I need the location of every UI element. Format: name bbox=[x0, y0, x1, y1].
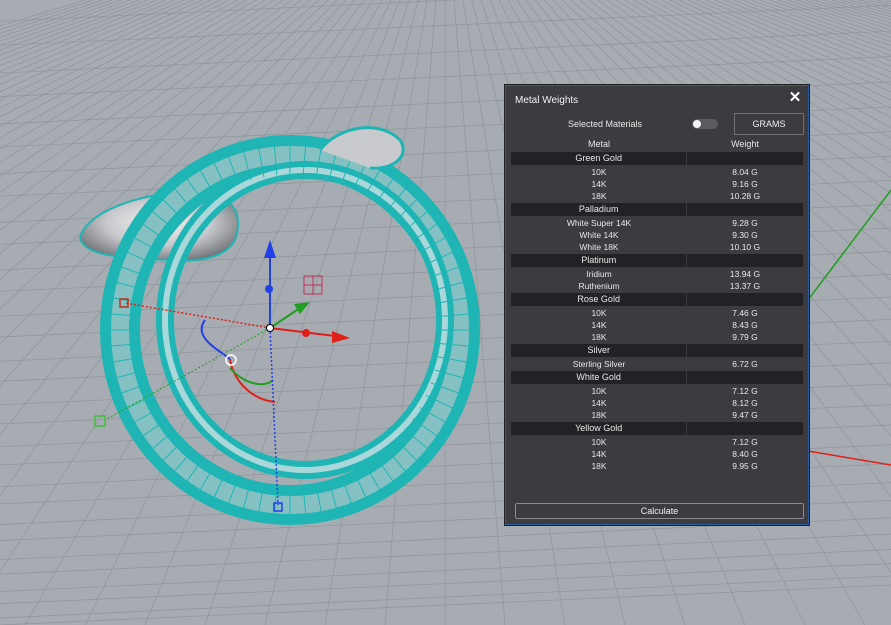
table-row[interactable]: 14K 8.43 G bbox=[511, 319, 803, 331]
table-row[interactable]: Iridium 13.94 G bbox=[511, 268, 803, 280]
weight-value-cell: 9.79 G bbox=[732, 332, 758, 342]
group-header-row: Silver bbox=[511, 344, 803, 357]
table-row[interactable]: Sterling Silver 6.72 G bbox=[511, 358, 803, 370]
group-name: Palladium bbox=[511, 203, 688, 216]
table-body: Green Gold 10K 8.04 G 14K 9.16 G 18K 10.28 G Pa… bbox=[511, 152, 803, 472]
metal-name-cell: 14K bbox=[591, 179, 607, 189]
weight-value-cell: 9.95 G bbox=[732, 461, 758, 471]
metal-name-cell: 10K bbox=[591, 386, 607, 396]
close-icon[interactable]: ✕ bbox=[788, 90, 802, 105]
group-name: White Gold bbox=[511, 371, 688, 384]
table-row[interactable]: 18K 9.47 G bbox=[511, 409, 803, 421]
group-header-row: White Gold bbox=[511, 371, 803, 384]
table-row[interactable]: 18K 9.79 G bbox=[511, 331, 803, 343]
units-button[interactable]: GRAMS bbox=[734, 113, 804, 135]
group-name: Yellow Gold bbox=[511, 422, 688, 435]
weight-value-cell: 9.16 G bbox=[732, 179, 758, 189]
group-weight-cell bbox=[687, 293, 803, 306]
table-row[interactable]: 10K 8.04 G bbox=[511, 166, 803, 178]
weight-value-cell: 13.94 G bbox=[729, 269, 761, 279]
toggle-knob bbox=[693, 120, 701, 128]
weight-value-cell: 9.30 G bbox=[732, 230, 758, 240]
table-row[interactable]: 18K 9.95 G bbox=[511, 460, 803, 472]
group-name: Rose Gold bbox=[511, 293, 688, 306]
weight-value-cell: 9.47 G bbox=[732, 410, 758, 420]
metal-name-cell: 18K bbox=[591, 332, 607, 342]
group-weight-cell bbox=[687, 371, 803, 384]
weight-value-cell: 13.37 G bbox=[729, 281, 761, 291]
metal-name-cell: 10K bbox=[591, 167, 607, 177]
group-header-row: Platinum bbox=[511, 254, 803, 267]
table-header: Metal Weight bbox=[511, 138, 803, 151]
metal-name-cell: Iridium bbox=[586, 269, 612, 279]
metal-name-cell: White 14K bbox=[579, 230, 619, 240]
weight-value-cell: 6.72 G bbox=[732, 359, 758, 369]
weight-value-cell: 8.43 G bbox=[732, 320, 758, 330]
metal-name-cell: 14K bbox=[591, 398, 607, 408]
selected-materials-toggle[interactable] bbox=[692, 119, 718, 129]
column-header-metal: Metal bbox=[587, 139, 610, 149]
metal-name-cell: 10K bbox=[591, 308, 607, 318]
table-row[interactable]: White Super 14K 9.28 G bbox=[511, 217, 803, 229]
metal-weights-panel: Metal Weights ✕ Selected Materials GRAMS… bbox=[505, 85, 809, 525]
group-header-row: Palladium bbox=[511, 203, 803, 216]
group-name: Platinum bbox=[511, 254, 688, 267]
group-header-row: Rose Gold bbox=[511, 293, 803, 306]
calculate-button[interactable]: Calculate bbox=[515, 503, 804, 519]
metal-name-cell: 18K bbox=[591, 191, 607, 201]
group-weight-cell bbox=[687, 422, 803, 435]
group-header-row: Yellow Gold bbox=[511, 422, 803, 435]
weight-value-cell: 7.12 G bbox=[732, 437, 758, 447]
metal-name-cell: White 18K bbox=[579, 242, 619, 252]
weight-value-cell: 8.12 G bbox=[732, 398, 758, 408]
group-weight-cell bbox=[687, 254, 803, 267]
metal-name-cell: 14K bbox=[591, 449, 607, 459]
metal-name-cell: 18K bbox=[591, 410, 607, 420]
metal-name-cell: 18K bbox=[591, 461, 607, 471]
table-row[interactable]: 18K 10.28 G bbox=[511, 190, 803, 202]
group-weight-cell bbox=[687, 344, 803, 357]
weight-value-cell: 10.28 G bbox=[729, 191, 761, 201]
table-row[interactable]: 10K 7.12 G bbox=[511, 436, 803, 448]
metal-name-cell: Sterling Silver bbox=[572, 359, 626, 369]
table-row[interactable]: White 14K 9.30 G bbox=[511, 229, 803, 241]
table-row[interactable]: 10K 7.12 G bbox=[511, 385, 803, 397]
gizmo-origin[interactable] bbox=[266, 324, 274, 332]
group-weight-cell bbox=[687, 203, 803, 216]
table-row[interactable]: 14K 8.40 G bbox=[511, 448, 803, 460]
metal-name-cell: 10K bbox=[591, 437, 607, 447]
weight-value-cell: 8.04 G bbox=[732, 167, 758, 177]
weight-value-cell: 9.28 G bbox=[732, 218, 758, 228]
table-row[interactable]: White 18K 10.10 G bbox=[511, 241, 803, 253]
weights-table: Metal Weight Green Gold 10K 8.04 G 14K 9.16 … bbox=[511, 138, 803, 472]
table-row[interactable]: 14K 8.12 G bbox=[511, 397, 803, 409]
metal-name-cell: Ruthenium bbox=[578, 281, 620, 291]
metal-name-cell: White Super 14K bbox=[566, 218, 632, 228]
group-name: Silver bbox=[511, 344, 688, 357]
weight-value-cell: 10.10 G bbox=[729, 242, 761, 252]
table-row[interactable]: Ruthenium 13.37 G bbox=[511, 280, 803, 292]
weight-value-cell: 7.12 G bbox=[732, 386, 758, 396]
gizmo-x-handle[interactable] bbox=[302, 329, 310, 337]
group-header-row: Green Gold bbox=[511, 152, 803, 165]
group-name: Green Gold bbox=[511, 152, 688, 165]
group-weight-cell bbox=[687, 152, 803, 165]
panel-title: Metal Weights bbox=[515, 95, 579, 106]
selected-materials-label: Selected Materials bbox=[568, 119, 643, 129]
metal-name-cell: 14K bbox=[591, 320, 607, 330]
table-row[interactable]: 10K 7.46 G bbox=[511, 307, 803, 319]
weight-value-cell: 8.40 G bbox=[732, 449, 758, 459]
column-header-weight: Weight bbox=[731, 139, 759, 149]
table-row[interactable]: 14K 9.16 G bbox=[511, 178, 803, 190]
weight-value-cell: 7.46 G bbox=[732, 308, 758, 318]
gizmo-z-handle[interactable] bbox=[265, 285, 273, 293]
